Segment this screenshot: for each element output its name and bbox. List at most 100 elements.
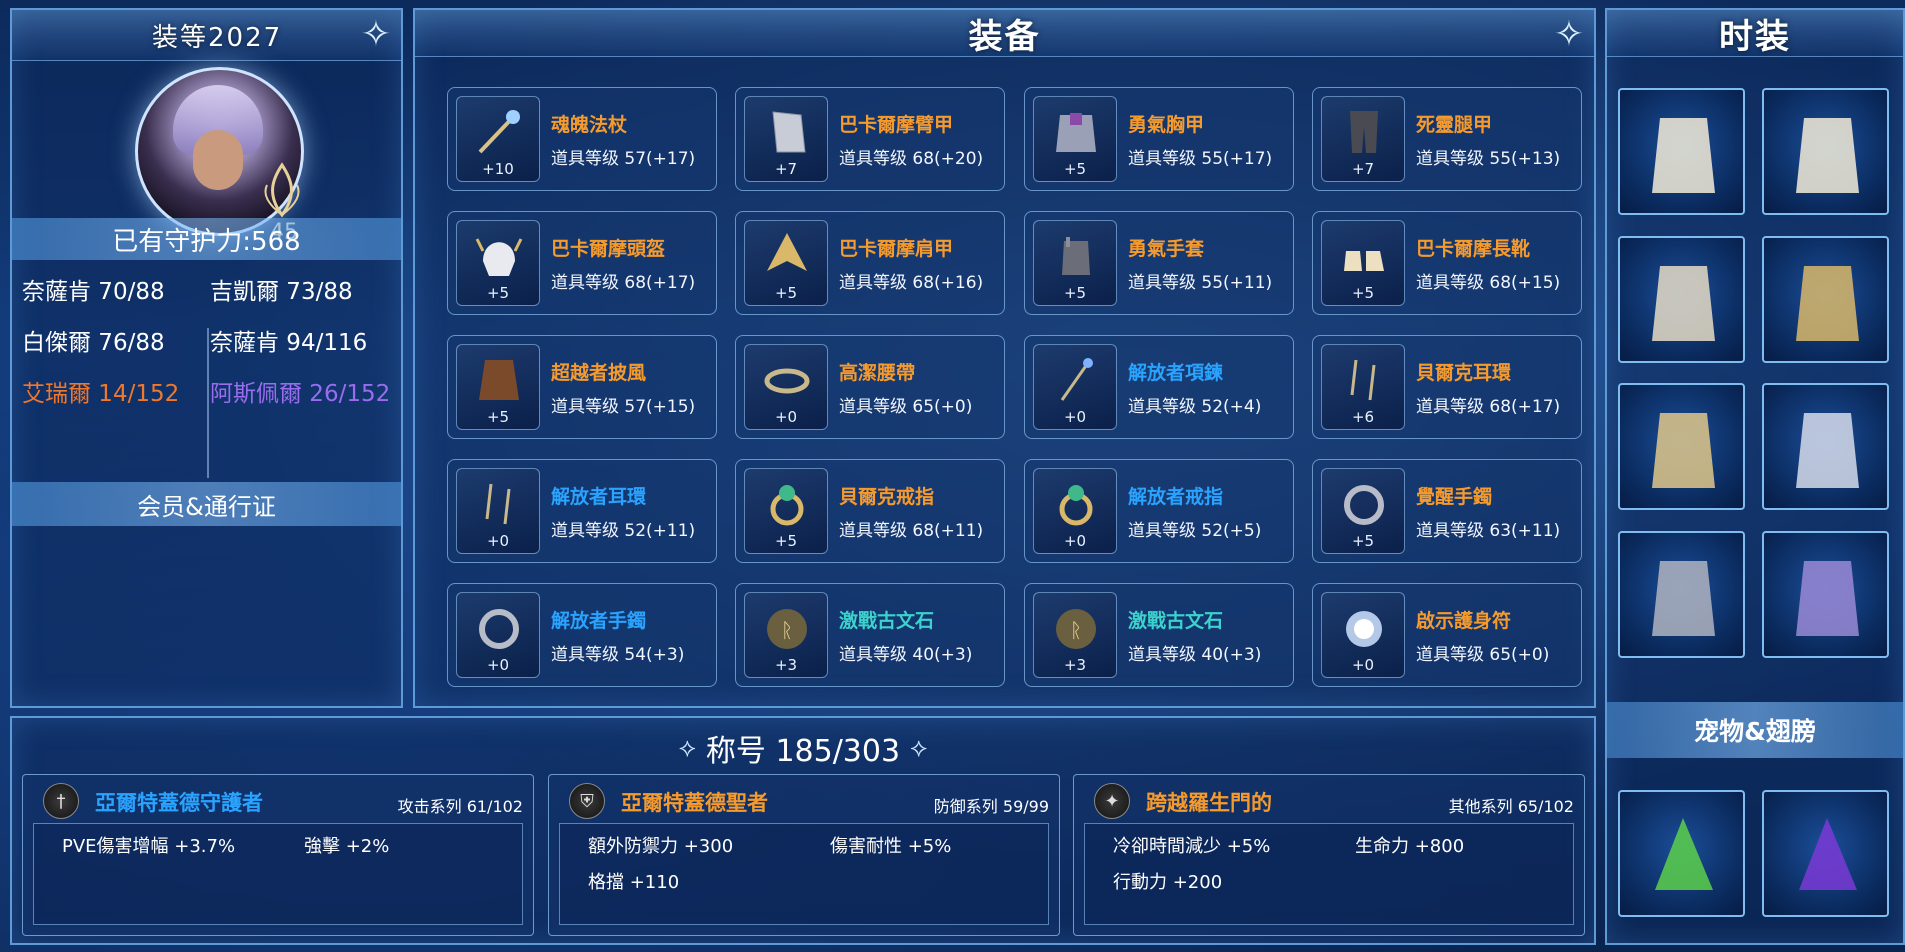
- equipment-slot[interactable]: +7 死靈腿甲道具等级 55(+13): [1312, 87, 1582, 191]
- costume-feather-icon[interactable]: [1762, 236, 1889, 363]
- equipment-slot[interactable]: +0 解放者戒指道具等级 52(+5): [1024, 459, 1294, 563]
- character-panel: 装等2027 ✧ 45 已有守护力:568 奈薩肯 70/88 吉凱爾 73/8…: [10, 8, 403, 708]
- equipment-name: 巴卡爾摩臂甲: [839, 114, 954, 136]
- item-level: 道具等级 68(+11): [839, 521, 984, 541]
- title-stat: 生命力 +800: [1355, 836, 1465, 857]
- left-arrow-icon: ⟡: [678, 732, 696, 763]
- costume-sleeve-icon[interactable]: [1618, 236, 1745, 363]
- equipment-name: 貝爾克耳環: [1416, 362, 1512, 384]
- enhance-level: +10: [482, 160, 514, 178]
- item-level: 道具等级 52(+11): [551, 521, 696, 541]
- sparkle-icon: ✧: [1553, 14, 1584, 55]
- costume-boots-icon[interactable]: [1762, 88, 1889, 215]
- ring-icon: +5: [744, 468, 828, 554]
- title-card[interactable]: † 亞爾特蓋德守護者 攻击系列 61/102 PVE傷害增幅 +3.7% 強擊 +2%: [22, 774, 534, 936]
- item-level: 道具等级 40(+3): [839, 645, 973, 665]
- enhance-level: +0: [486, 532, 510, 550]
- enhance-level: +6: [1351, 408, 1375, 426]
- equipment-slot[interactable]: +5 巴卡爾摩肩甲道具等级 68(+16): [735, 211, 1005, 315]
- equipment-name: 高潔腰帶: [839, 362, 916, 384]
- svg-text:ᚱ: ᚱ: [781, 618, 793, 642]
- item-level: 道具等级 52(+5): [1128, 521, 1262, 541]
- item-level: 道具等级 68(+16): [839, 273, 984, 293]
- equipment-name: 解放者耳環: [551, 486, 647, 508]
- equipment-name: 巴卡爾摩肩甲: [839, 238, 954, 260]
- guardian-power: 已有守护力:568: [12, 218, 401, 260]
- equipment-name: 勇氣胸甲: [1128, 114, 1205, 136]
- equipment-slot[interactable]: +0 解放者項鍊 道具等级 52(+4): [1024, 335, 1294, 439]
- wings-icon[interactable]: [1762, 790, 1889, 917]
- rune-stone-icon: ᚱ +3: [1033, 592, 1117, 678]
- costume-skirt-icon[interactable]: [1762, 383, 1889, 510]
- equipment-slot[interactable]: +0 解放者手鐲 道具等级 54(+3): [447, 583, 717, 687]
- equipment-slot[interactable]: +5 勇氣胸甲 道具等级 55(+17): [1024, 87, 1294, 191]
- enhance-level: +7: [1351, 160, 1375, 178]
- item-level: 道具等级 68(+17): [1416, 397, 1561, 417]
- amulet-icon: +0: [1321, 592, 1405, 678]
- item-level: 道具等级 57(+17): [551, 149, 696, 169]
- titles-header: ⟡ 称号 185/303 ⟡: [12, 726, 1594, 770]
- item-level: 道具等级 55(+13): [1416, 149, 1561, 169]
- equipment-name: 激戰古文石: [839, 610, 935, 632]
- equipment-name: 啟示護身符: [1416, 610, 1512, 632]
- title-stats-box: PVE傷害增幅 +3.7% 強擊 +2%: [33, 823, 523, 925]
- enhance-level: +0: [486, 656, 510, 674]
- leggings-icon: +7: [1321, 96, 1405, 182]
- equipment-slot[interactable]: +7 巴卡爾摩臂甲 道具等级 68(+20): [735, 87, 1005, 191]
- equipment-slot[interactable]: +5 巴卡爾摩頭盔道具等级 68(+17): [447, 211, 717, 315]
- chestplate-icon: +5: [1033, 96, 1117, 182]
- equipment-name: 解放者戒指: [1128, 486, 1224, 508]
- equipment-slot[interactable]: +6 貝爾克耳環道具等级 68(+17): [1312, 335, 1582, 439]
- equipment-slot[interactable]: ᚱ +3 激戰古文石道具等级 40(+3): [1024, 583, 1294, 687]
- gear-score: 装等2027: [12, 10, 401, 61]
- equipment-name: 死靈腿甲: [1416, 114, 1493, 136]
- membership-button[interactable]: 会员&通行证: [12, 482, 401, 526]
- equipment-slot[interactable]: ᚱ +3 激戰古文石道具等级 40(+3): [735, 583, 1005, 687]
- equipment-slot[interactable]: +10 魂魄法杖 道具等级 57(+17): [447, 87, 717, 191]
- item-level: 道具等级 68(+17): [551, 273, 696, 293]
- title-card[interactable]: ✦ 跨越羅生門的 其他系列 65/102 冷卻時間減少 +5% 生命力 +800 行動力 …: [1073, 774, 1585, 936]
- fashion-panel: 时装 宠物&翅膀: [1605, 8, 1905, 945]
- enhance-level: +3: [774, 656, 798, 674]
- title-card[interactable]: ⛨ 亞爾特蓋德聖者 防御系列 59/99 額外防禦力 +300 傷害耐性 +5% 格擋 +…: [548, 774, 1060, 936]
- equipment-name: 巴卡爾摩頭盔: [551, 238, 666, 260]
- title-name: 跨越羅生門的: [1146, 791, 1272, 815]
- star-badge-icon: ✦: [1094, 783, 1130, 819]
- right-arrow-icon: ⟡: [910, 732, 928, 763]
- title-series: 防御系列 59/99: [933, 797, 1049, 816]
- stat-asipeier: 阿斯佩爾 26/152: [210, 381, 391, 407]
- equipment-slot[interactable]: +0 解放者耳環道具等级 52(+11): [447, 459, 717, 563]
- costume-weapon-icon[interactable]: [1618, 531, 1745, 658]
- equipment-name: 激戰古文石: [1128, 610, 1224, 632]
- shield-badge-icon: ⛨: [569, 783, 605, 819]
- titles-panel: ⟡ 称号 185/303 ⟡ † 亞爾特蓋德守護者 攻击系列 61/102 PVE傷害…: [10, 716, 1596, 945]
- item-level: 道具等级 68(+20): [839, 149, 984, 169]
- enhance-level: +5: [486, 408, 510, 426]
- costume-top-icon[interactable]: [1618, 88, 1745, 215]
- shoulder-icon: +5: [744, 220, 828, 306]
- equipment-slot[interactable]: +5 貝爾克戒指 道具等级 68(+11): [735, 459, 1005, 563]
- helmet-icon: +5: [456, 220, 540, 306]
- costume-glove-icon[interactable]: [1618, 383, 1745, 510]
- pet-icon[interactable]: [1618, 790, 1745, 917]
- equipment-slot[interactable]: +5 勇氣手套 道具等级 55(+11): [1024, 211, 1294, 315]
- enhance-level: +0: [1063, 408, 1087, 426]
- bracelet-icon: +5: [1321, 468, 1405, 554]
- enhance-level: +0: [1063, 532, 1087, 550]
- equipment-slot[interactable]: +0 啟示護身符 道具等级 65(+0): [1312, 583, 1582, 687]
- title-name: 亞爾特蓋德聖者: [621, 791, 768, 815]
- equipment-slot[interactable]: +5 超越者披風 道具等级 57(+15): [447, 335, 717, 439]
- costume-hood-icon[interactable]: [1762, 531, 1889, 658]
- title-series: 攻击系列 61/102: [397, 797, 523, 816]
- item-level: 道具等级 40(+3): [1128, 645, 1262, 665]
- pet-wings-label: 宠物&翅膀: [1607, 702, 1903, 758]
- enhance-level: +5: [486, 284, 510, 302]
- item-level: 道具等级 57(+15): [551, 397, 696, 417]
- equipment-slot[interactable]: +5 巴卡爾摩長靴 道具等级 68(+15): [1312, 211, 1582, 315]
- item-level: 道具等级 54(+3): [551, 645, 685, 665]
- enhance-level: +5: [1351, 532, 1375, 550]
- cape-icon: +5: [456, 344, 540, 430]
- equipment-slot[interactable]: +5 覺醒手鐲 道具等级 63(+11): [1312, 459, 1582, 563]
- equipment-title: 装备: [415, 10, 1594, 57]
- equipment-slot[interactable]: +0 高潔腰帶 道具等级 65(+0): [735, 335, 1005, 439]
